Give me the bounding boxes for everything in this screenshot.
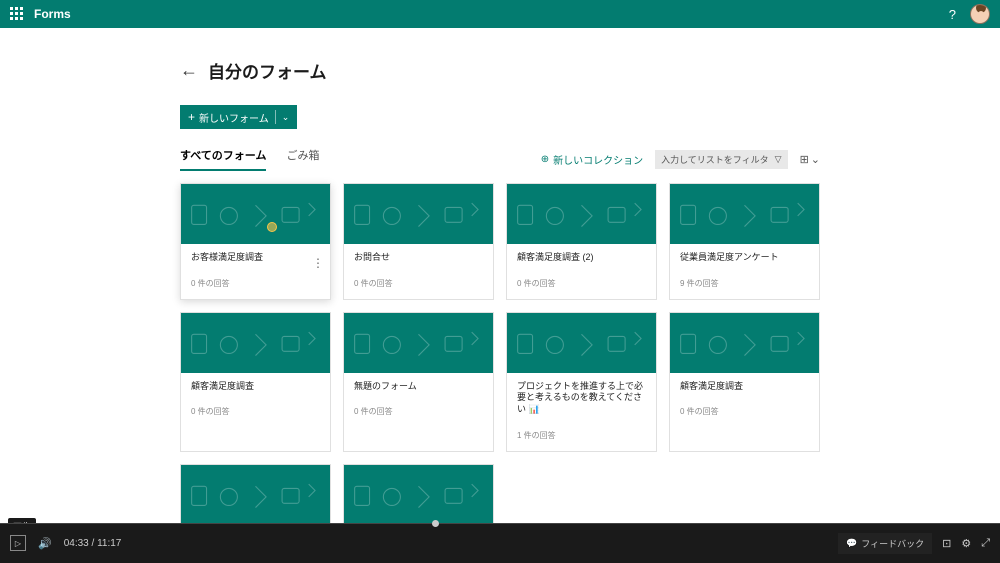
more-icon[interactable]: ⋮ <box>312 256 324 270</box>
tab-all-forms[interactable]: すべてのフォーム <box>180 147 266 171</box>
page-title: 自分のフォーム <box>208 58 327 83</box>
settings-icon[interactable]: ⚙ <box>961 537 971 550</box>
card-title: お問合せ <box>354 252 483 264</box>
app-name: Forms <box>34 7 71 21</box>
grid-icon: ⊞ <box>800 153 809 166</box>
chevron-down-icon: ⌄ <box>811 153 820 166</box>
play-button[interactable]: ▷ <box>10 535 26 551</box>
app-launcher-icon[interactable] <box>10 7 24 21</box>
card-artwork <box>344 313 493 373</box>
card-response-count: 1 件の回答 <box>517 430 646 441</box>
filter-icon: ▽ <box>775 154 782 165</box>
card-title: プロジェクトを推進する上で必要と考えるものを教えてください 📊 <box>517 381 646 416</box>
form-card[interactable]: 顧客満足度調査 0 件の回答 <box>180 312 331 452</box>
card-response-count: 0 件の回答 <box>191 406 320 417</box>
form-card[interactable]: 無題のフォーム 0 件の回答 <box>343 312 494 452</box>
card-artwork <box>181 465 330 523</box>
card-artwork <box>181 184 330 244</box>
card-title: 顧客満足度調査 <box>680 381 809 393</box>
card-response-count: 0 件の回答 <box>191 278 320 289</box>
card-artwork <box>344 465 493 523</box>
help-button[interactable]: ? <box>949 7 956 22</box>
scrubber[interactable] <box>432 520 439 527</box>
form-card[interactable]: 顧客満足度調査 (2) 0 件の回答 <box>506 183 657 300</box>
card-artwork <box>507 313 656 373</box>
avatar[interactable] <box>970 4 990 24</box>
plus-icon: + <box>188 110 195 124</box>
form-card[interactable]: お問合せ 0 件の回答 <box>343 183 494 300</box>
form-card[interactable]: プロジェクトを推進する上で必要と考えるものを教えてください 📊 1 件の回答 <box>506 312 657 452</box>
new-form-button[interactable]: + 新しいフォーム ⌄ <box>180 105 297 129</box>
card-artwork <box>670 184 819 244</box>
chevron-down-icon[interactable]: ⌄ <box>282 112 290 123</box>
card-title: 顧客満足度調査 <box>191 381 320 393</box>
captions-icon[interactable]: ⊡ <box>942 537 951 550</box>
fullscreen-icon[interactable]: ⤢ <box>981 537 990 550</box>
card-artwork <box>670 313 819 373</box>
card-artwork <box>507 184 656 244</box>
card-title: お客様満足度調査 <box>191 252 320 264</box>
card-response-count: 0 件の回答 <box>517 278 646 289</box>
filter-input[interactable]: 入力してリストをフィルタ ▽ <box>655 150 787 169</box>
new-collection-button[interactable]: ⊕ 新しいコレクション <box>541 152 643 167</box>
card-artwork <box>181 313 330 373</box>
card-response-count: 9 件の回答 <box>680 278 809 289</box>
form-grid: お客様満足度調査 0 件の回答 ⋮ お問合せ 0 件の回答 顧客満足度調査 (2… <box>180 183 820 523</box>
new-form-label: 新しいフォーム <box>199 110 269 125</box>
view-toggle[interactable]: ⊞ ⌄ <box>800 153 820 166</box>
video-bar: ▷ 🔊 04:33 / 11:17 💬 フィードバック ⊡ ⚙ ⤢ <box>0 523 1000 563</box>
tab-trash[interactable]: ごみ箱 <box>286 147 319 171</box>
progress-bar[interactable] <box>0 523 1000 524</box>
form-card[interactable]: お客様満足度調査 0 件の回答 ⋮ <box>180 183 331 300</box>
chat-icon: 💬 <box>846 538 857 549</box>
feedback-button[interactable]: 💬 フィードバック <box>838 533 932 554</box>
main-content: ← 自分のフォーム + 新しいフォーム ⌄ すべてのフォーム ごみ箱 ⊕ 新しい… <box>0 28 1000 523</box>
card-artwork <box>344 184 493 244</box>
card-response-count: 0 件の回答 <box>680 406 809 417</box>
card-title: 従業員満足度アンケート <box>680 252 809 264</box>
form-card[interactable]: 顧客満足度調査 0 件の回答 <box>669 312 820 452</box>
card-response-count: 0 件の回答 <box>354 406 483 417</box>
collection-icon: ⊕ <box>541 154 549 165</box>
time-display: 04:33 / 11:17 <box>64 538 122 549</box>
card-response-count: 0 件の回答 <box>354 278 483 289</box>
back-arrow-icon[interactable]: ← <box>180 60 198 81</box>
form-card[interactable]: 在宅タイムカード 7 件の回答 <box>180 464 331 523</box>
card-title: 無題のフォーム <box>354 381 483 393</box>
card-title: 顧客満足度調査 (2) <box>517 252 646 264</box>
form-card[interactable]: キックオフ 日程調整 4 件の回答 <box>343 464 494 523</box>
app-header: Forms ? <box>0 0 1000 28</box>
volume-icon[interactable]: 🔊 <box>38 537 52 550</box>
form-card[interactable]: 従業員満足度アンケート 9 件の回答 <box>669 183 820 300</box>
